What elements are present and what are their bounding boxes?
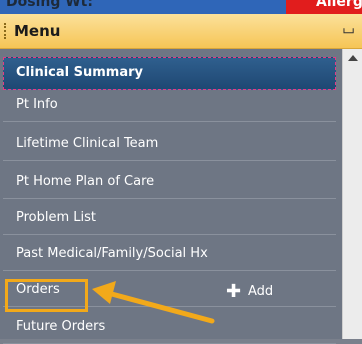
callout-arrow-icon [92,281,215,324]
